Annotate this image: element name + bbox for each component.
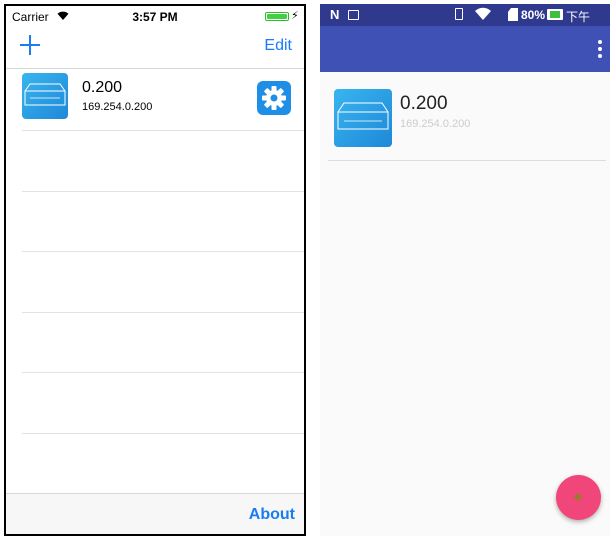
device-list-item[interactable]: 0.200 169.254.0.200: [328, 84, 606, 161]
more-vert-icon[interactable]: [598, 40, 602, 58]
android-status-bar: N 80% 下午3:20: [320, 4, 610, 39]
ios-status-bar: Carrier 3:57 PM ⚡: [6, 6, 304, 28]
device-ip: 169.254.0.200: [82, 101, 153, 113]
add-icon: [573, 493, 583, 501]
add-fab-button[interactable]: [556, 475, 601, 520]
edit-button[interactable]: Edit: [264, 37, 292, 55]
nfc-icon: N: [330, 7, 340, 22]
row-separator: [22, 130, 304, 131]
app-bar: [320, 26, 610, 72]
ios-screen: Carrier 3:57 PM ⚡ Edit 0.200 169.254.0.2…: [4, 4, 306, 536]
about-button[interactable]: About: [249, 506, 295, 524]
device-name: 0.200: [82, 79, 123, 96]
ios-toolbar: About: [6, 493, 304, 534]
row-separator: [22, 251, 304, 252]
device-name: 0.200: [400, 93, 448, 114]
android-screen: N 80% 下午3:20 0.200 169.254.0.200: [320, 4, 610, 536]
battery-icon: [547, 9, 563, 20]
device-icon: [22, 73, 68, 119]
battery-icon: [265, 12, 289, 21]
row-separator: [22, 433, 304, 434]
ios-navigation-bar: Edit: [6, 28, 304, 69]
plus-icon[interactable]: [18, 34, 42, 58]
vibrate-icon: [455, 8, 463, 20]
battery-percent: 80%: [521, 8, 546, 22]
status-time: 3:57 PM: [132, 10, 178, 24]
row-separator: [22, 191, 304, 192]
row-separator: [22, 312, 304, 313]
device-illustration: [337, 102, 389, 130]
image-notification-icon: [348, 10, 359, 20]
device-ip: 169.254.0.200: [400, 118, 471, 130]
gear-glyph: [262, 86, 286, 110]
device-icon: [334, 89, 392, 147]
device-row[interactable]: 0.200 169.254.0.200: [6, 69, 304, 129]
sim-icon: [508, 8, 518, 21]
gear-icon[interactable]: [257, 81, 291, 115]
charging-icon: ⚡: [291, 10, 299, 22]
device-illustration: [24, 83, 66, 106]
wifi-icon: [475, 7, 491, 21]
row-separator: [22, 372, 304, 373]
